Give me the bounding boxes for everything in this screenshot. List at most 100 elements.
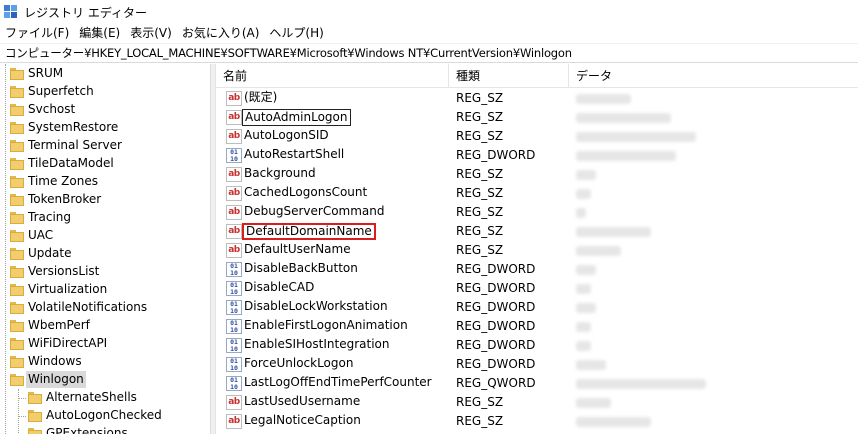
string-value-icon: ab xyxy=(226,243,242,258)
value-row[interactable]: ab LastUsedUsername REG_SZ xyxy=(216,393,858,412)
value-type: REG_SZ xyxy=(456,224,504,238)
tree-item-label: Winlogon xyxy=(26,371,86,388)
tree-guide-line xyxy=(18,389,19,434)
tree-item-srum[interactable]: SRUM xyxy=(0,65,210,83)
folder-icon xyxy=(10,302,24,314)
tree-item-svchost[interactable]: Svchost xyxy=(0,101,210,119)
tree-item-wifidirectapi[interactable]: WiFiDirectAPI xyxy=(0,335,210,353)
string-value-icon: ab xyxy=(226,414,242,429)
tree-item-label: TileDataModel xyxy=(28,156,114,170)
column-header-type[interactable]: 種類 xyxy=(449,64,569,88)
value-data-redacted xyxy=(576,189,591,199)
value-data-redacted xyxy=(576,170,596,180)
value-row[interactable]: ab AutoAdminLogon REG_SZ xyxy=(216,108,858,127)
value-type: REG_SZ xyxy=(456,395,504,409)
tree-item-time-zones[interactable]: Time Zones xyxy=(0,173,210,191)
tree-item-label: WiFiDirectAPI xyxy=(28,336,108,350)
tree-item-label: WbemPerf xyxy=(28,318,90,332)
tree-item-gpextensions[interactable]: GPExtensions xyxy=(0,425,210,434)
value-row[interactable]: 01 10 DisableCAD REG_DWORD xyxy=(216,279,858,298)
value-row[interactable]: ab LegalNoticeCaption REG_SZ xyxy=(216,412,858,431)
value-name: EnableFirstLogonAnimation xyxy=(244,318,408,332)
list-header: 名前 種類 データ xyxy=(216,64,858,88)
value-row[interactable]: ab Background REG_SZ xyxy=(216,165,858,184)
value-row[interactable]: ab CachedLogonsCount REG_SZ xyxy=(216,184,858,203)
menu-edit[interactable]: 編集(E) xyxy=(74,24,125,41)
value-data-redacted xyxy=(576,341,591,351)
column-header-data[interactable]: データ xyxy=(569,64,858,88)
tree-item-systemrestore[interactable]: SystemRestore xyxy=(0,119,210,137)
value-row[interactable]: 01 10 LastLogOffEndTimePerfCounter REG_QWO… xyxy=(216,374,858,393)
tree-item-terminal-server[interactable]: Terminal Server xyxy=(0,137,210,155)
value-name: Background xyxy=(244,166,316,180)
value-type: REG_SZ xyxy=(456,110,504,124)
string-value-icon: ab xyxy=(226,129,242,144)
value-row[interactable]: 01 10 DisableLockWorkstation REG_DWORD xyxy=(216,298,858,317)
tree-item-alternateshells[interactable]: AlternateShells xyxy=(0,389,210,407)
value-name: DisableLockWorkstation xyxy=(244,299,388,313)
key-tree-pane[interactable]: SRUM Superfetch Svchost SystemRestore Termin… xyxy=(0,64,210,434)
folder-icon xyxy=(10,284,24,296)
value-row[interactable]: 01 10 EnableFirstLogonAnimation REG_DWORD xyxy=(216,317,858,336)
menu-help[interactable]: ヘルプ(H) xyxy=(264,24,328,41)
value-type: REG_SZ xyxy=(456,167,504,181)
tree-item-winlogon[interactable]: Winlogon xyxy=(0,371,210,389)
value-type: REG_DWORD xyxy=(456,300,536,314)
address-bar[interactable]: コンピューター¥HKEY_LOCAL_MACHINE¥SOFTWARE¥Micr… xyxy=(0,43,858,63)
tree-item-label: Update xyxy=(28,246,72,260)
value-row[interactable]: 01 10 DisableBackButton REG_DWORD xyxy=(216,260,858,279)
value-row[interactable]: 01 10 AutoRestartShell REG_DWORD xyxy=(216,146,858,165)
value-name: LastUsedUsername xyxy=(244,394,361,408)
value-type: REG_DWORD xyxy=(456,262,536,276)
value-name: DisableCAD xyxy=(244,280,315,294)
value-type: REG_DWORD xyxy=(456,338,536,352)
tree-connector xyxy=(18,416,26,417)
value-type: REG_SZ xyxy=(456,414,504,428)
tree-item-label: VersionsList xyxy=(28,264,100,278)
value-row[interactable]: ab DefaultUserName REG_SZ xyxy=(216,241,858,260)
value-row[interactable]: ab DebugServerCommand REG_SZ xyxy=(216,203,858,222)
value-row[interactable]: 01 10 EnableSIHostIntegration REG_DWORD xyxy=(216,336,858,355)
address-path[interactable]: コンピューター¥HKEY_LOCAL_MACHINE¥SOFTWARE¥Micr… xyxy=(0,45,572,61)
tree-item-autologonchecked[interactable]: AutoLogonChecked xyxy=(0,407,210,425)
value-type: REG_SZ xyxy=(456,205,504,219)
menu-view[interactable]: 表示(V) xyxy=(125,24,177,41)
value-data-redacted xyxy=(576,227,651,237)
tree-item-tracing[interactable]: Tracing xyxy=(0,209,210,227)
value-data-redacted xyxy=(576,265,596,275)
tree-item-wbemperf[interactable]: WbemPerf xyxy=(0,317,210,335)
tree-item-windows[interactable]: Windows xyxy=(0,353,210,371)
folder-icon xyxy=(10,140,24,152)
tree-item-tiledatamodel[interactable]: TileDataModel xyxy=(0,155,210,173)
value-row[interactable]: ab (既定) REG_SZ xyxy=(216,89,858,108)
tree-item-volatilenotifications[interactable]: VolatileNotifications xyxy=(0,299,210,317)
binary-value-icon: 01 10 xyxy=(226,357,242,372)
value-row[interactable]: 01 10 ForceUnlockLogon REG_DWORD xyxy=(216,355,858,374)
value-row[interactable]: ab AutoLogonSID REG_SZ xyxy=(216,127,858,146)
tree-item-virtualization[interactable]: Virtualization xyxy=(0,281,210,299)
value-data-redacted xyxy=(576,303,596,313)
column-header-name[interactable]: 名前 xyxy=(216,64,449,88)
tree-item-tokenbroker[interactable]: TokenBroker xyxy=(0,191,210,209)
folder-icon xyxy=(10,230,24,242)
tree-item-label: SRUM xyxy=(28,66,64,80)
value-type: REG_DWORD xyxy=(456,319,536,333)
tree-item-superfetch[interactable]: Superfetch xyxy=(0,83,210,101)
tree-item-label: VolatileNotifications xyxy=(28,300,148,314)
menu-file[interactable]: ファイル(F) xyxy=(0,24,74,41)
value-row[interactable]: ab DefaultDomainName REG_SZ xyxy=(216,222,858,241)
value-list-pane[interactable]: 名前 種類 データ ab (既定) REG_SZ ab AutoAdminLogon RE… xyxy=(216,64,858,434)
menu-favorites[interactable]: お気に入り(A) xyxy=(177,24,265,41)
tree-item-versionslist[interactable]: VersionsList xyxy=(0,263,210,281)
tree-item-uac[interactable]: UAC xyxy=(0,227,210,245)
string-value-icon: ab xyxy=(226,167,242,182)
binary-value-icon: 01 10 xyxy=(226,262,242,277)
tree-item-update[interactable]: Update xyxy=(0,245,210,263)
tree-connector xyxy=(18,398,26,399)
value-data-redacted xyxy=(576,398,611,408)
value-name: DefaultDomainName xyxy=(242,223,376,240)
title-bar: レジストリ エディター xyxy=(0,0,858,23)
string-value-icon: ab xyxy=(226,224,242,239)
binary-value-icon: 01 10 xyxy=(226,300,242,315)
folder-icon xyxy=(10,68,24,80)
